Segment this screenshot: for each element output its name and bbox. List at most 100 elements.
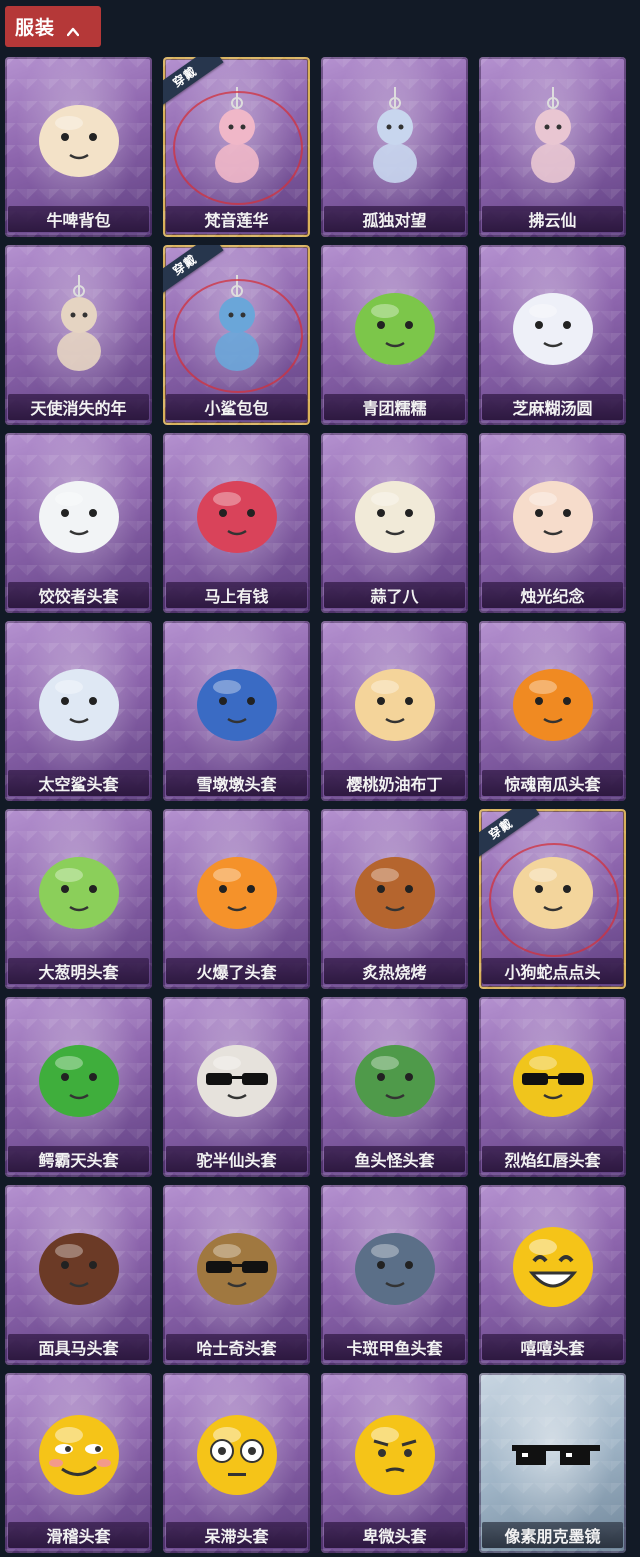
costume-label-bar: 哈士奇头套 [166,1334,307,1360]
dazed-emoji-head-icon [163,1383,310,1521]
costume-name: 芝麻糊汤圆 [512,399,593,418]
costume-label-bar: 像素朋克墨镜 [482,1522,623,1548]
costume-card[interactable]: 驼半仙头套 [163,997,310,1177]
grin-emoji-head-icon [479,1195,626,1333]
costume-name: 火爆了头套 [196,963,277,982]
costume-name: 小狗蛇点点头 [504,963,601,982]
turtle-fish-head-icon [321,1195,468,1333]
costume-name: 嘻嘻头套 [520,1339,585,1358]
costume-card[interactable]: 青团糯糯 [321,245,468,425]
costume-card[interactable]: 樱桃奶油布丁 [321,621,468,801]
bbq-meat-head-icon [321,819,468,957]
costume-card[interactable]: 饺饺者头套 [5,433,152,613]
costume-label-bar: 青团糯糯 [324,394,465,420]
costume-card[interactable]: 滑稽头套 [5,1373,152,1553]
costume-card[interactable]: 拂云仙 [479,57,626,237]
costume-card[interactable]: 烈焰红唇头套 [479,997,626,1177]
costume-card[interactable]: 芝麻糊汤圆 [479,245,626,425]
alpaca-sunglasses-head-icon [163,1007,310,1145]
costume-label-bar: 嘻嘻头套 [482,1334,623,1360]
costume-card[interactable]: 穿戴 梵音莲华 [163,57,310,237]
green-rice-ball-icon [321,255,468,393]
costume-card[interactable]: 孤独对望 [321,57,468,237]
costume-label-bar: 饺饺者头套 [8,582,149,608]
costume-card[interactable]: 烛光纪念 [479,433,626,613]
pudding-head-icon [321,631,468,769]
costume-label-bar: 大葱明头套 [8,958,149,984]
costume-tab[interactable]: 服装 [5,6,101,47]
costume-name: 大葱明头套 [38,963,119,982]
costume-name: 青团糯糯 [362,399,427,418]
costume-name: 卡斑甲鱼头套 [346,1339,443,1358]
costume-label-bar: 惊魂南瓜头套 [482,770,623,796]
costume-name: 樱桃奶油布丁 [346,775,443,794]
costume-name: 天使消失的年 [30,399,127,418]
husky-sunglasses-head-icon [163,1195,310,1333]
pixel-sunglasses-icon [479,1383,626,1521]
costume-label-bar: 卑微头套 [324,1522,465,1548]
pikachu-sunglasses-head-icon [479,1007,626,1145]
costume-label-bar: 滑稽头套 [8,1522,149,1548]
humble-emoji-head-icon [321,1383,468,1521]
costume-name: 马上有钱 [204,587,269,606]
costume-card[interactable]: 蒜了八 [321,433,468,613]
costume-card[interactable]: 太空鲨头套 [5,621,152,801]
costume-name: 像素朋克墨镜 [504,1527,601,1546]
pumpkin-head-icon [479,631,626,769]
costume-card[interactable]: 呆滞头套 [163,1373,310,1553]
costume-card[interactable]: 卑微头套 [321,1373,468,1553]
costume-card[interactable]: 哈士奇头套 [163,1185,310,1365]
costume-name: 哈士奇头套 [196,1339,277,1358]
costume-card[interactable]: 鱼头怪头套 [321,997,468,1177]
costume-card[interactable]: 炙热烧烤 [321,809,468,989]
snowman-hat-head-icon [163,631,310,769]
costume-name: 小鲨包包 [204,399,269,418]
angel-doll-charm-icon [5,255,152,393]
costume-label-bar: 樱桃奶油布丁 [324,770,465,796]
costume-label-bar: 天使消失的年 [8,394,149,420]
costume-card[interactable]: 卡斑甲鱼头套 [321,1185,468,1365]
costume-name: 梵音莲华 [204,211,269,230]
horse-mask-head-icon [5,1195,152,1333]
costume-name: 鱼头怪头套 [354,1151,435,1170]
costume-label-bar: 马上有钱 [166,582,307,608]
fire-head-icon [163,819,310,957]
costume-card[interactable]: 穿戴 小鲨包包 [163,245,310,425]
costume-label-bar: 牛啤背包 [8,206,149,232]
costume-name: 烛光纪念 [520,587,585,606]
costume-card[interactable]: 天使消失的年 [5,245,152,425]
costume-name: 牛啤背包 [46,211,111,230]
costume-card[interactable]: 雪墩墩头套 [163,621,310,801]
costume-label-bar: 芝麻糊汤圆 [482,394,623,420]
scallion-head-icon [5,819,152,957]
costume-card[interactable]: 牛啤背包 [5,57,152,237]
costume-card[interactable]: 嘻嘻头套 [479,1185,626,1365]
costume-card[interactable]: 大葱明头套 [5,809,152,989]
costume-name: 烈焰红唇头套 [504,1151,601,1170]
costume-name: 拂云仙 [528,211,577,230]
costume-label-bar: 呆滞头套 [166,1522,307,1548]
cow-beer-barrel-backpack-icon [5,67,152,205]
costume-card[interactable]: 鳄霸天头套 [5,997,152,1177]
costume-label-bar: 烛光纪念 [482,582,623,608]
white-dumpling-icon [479,255,626,393]
candle-head-icon [479,443,626,581]
costume-name: 孤独对望 [362,211,427,230]
garlic-head-icon [321,443,468,581]
costume-card[interactable]: 穿戴 小狗蛇点点头 [479,809,626,989]
costume-name: 面具马头套 [38,1339,119,1358]
costume-card[interactable]: 马上有钱 [163,433,310,613]
costume-name: 卑微头套 [362,1527,427,1546]
costume-name: 鳄霸天头套 [38,1151,119,1170]
costume-label-bar: 鱼头怪头套 [324,1146,465,1172]
space-shark-head-icon [5,631,152,769]
costume-card[interactable]: 惊魂南瓜头套 [479,621,626,801]
costume-card[interactable]: 像素朋克墨镜 [479,1373,626,1553]
costume-label-bar: 梵音莲华 [166,206,307,232]
red-horse-head-icon [163,443,310,581]
costume-name: 惊魂南瓜头套 [504,775,601,794]
costume-grid: 牛啤背包 穿戴 梵音莲华孤独对望 拂云仙天使消失的年 穿戴 小鲨包包青团糯糯 芝麻糊汤圆饺饺… [5,57,626,1553]
costume-card[interactable]: 火爆了头套 [163,809,310,989]
costume-card[interactable]: 面具马头套 [5,1185,152,1365]
costume-name: 蒜了八 [370,587,419,606]
